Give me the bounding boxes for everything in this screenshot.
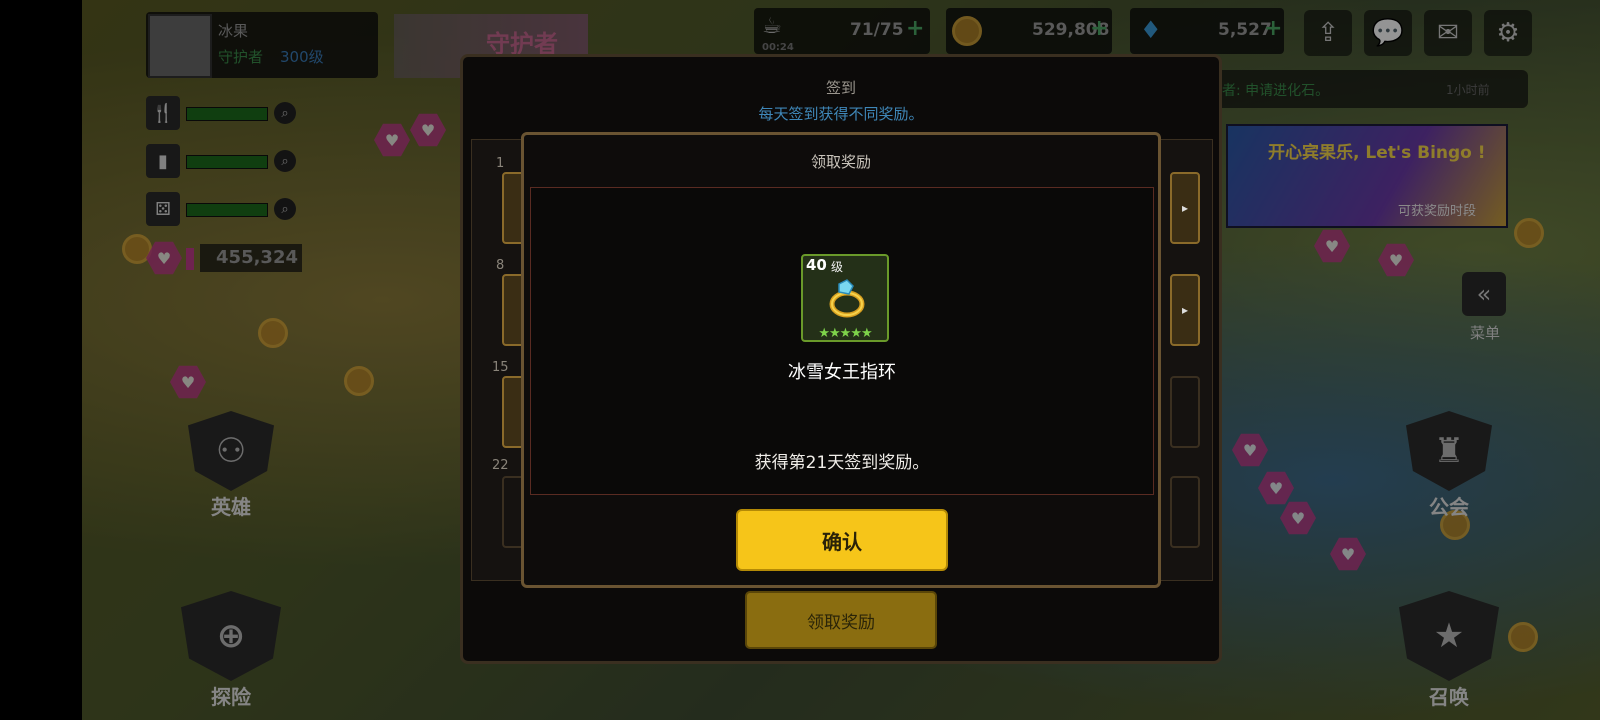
reward-item-name: 冰雪女王指环 (788, 362, 896, 383)
reward-slot[interactable]: ▸ (1170, 172, 1200, 244)
ring-icon (829, 279, 865, 318)
row-number: 1 (496, 156, 505, 171)
signin-title: 签到 (825, 79, 856, 97)
reward-slot[interactable] (1170, 476, 1200, 548)
reward-modal: 领取奖励 40 级 ★★★★★ 冰雪女王指环 获得第21天签到奖励。 确认 (521, 132, 1161, 588)
reward-message: 获得第21天签到奖励。 (754, 453, 930, 473)
claim-reward-button[interactable]: 领取奖励 (745, 591, 937, 649)
confirm-button[interactable]: 确认 (736, 509, 948, 571)
row-number: 8 (496, 258, 505, 273)
row-number: 15 (492, 360, 509, 375)
reward-content: 40 级 ★★★★★ 冰雪女王指环 获得第21天签到奖励。 (530, 187, 1154, 495)
item-level: 40 (806, 256, 827, 274)
rarity-stars: ★★★★★ (818, 326, 872, 341)
item-level-unit: 级 (831, 260, 844, 274)
reward-item-card[interactable]: 40 级 ★★★★★ (801, 254, 889, 342)
reward-slot[interactable] (1170, 376, 1200, 448)
reward-modal-title: 领取奖励 (810, 153, 871, 171)
reward-slot[interactable]: ▸ (1170, 274, 1200, 346)
row-number: 22 (492, 458, 509, 473)
signin-subtitle: 每天签到获得不同奖励。 (758, 105, 924, 123)
